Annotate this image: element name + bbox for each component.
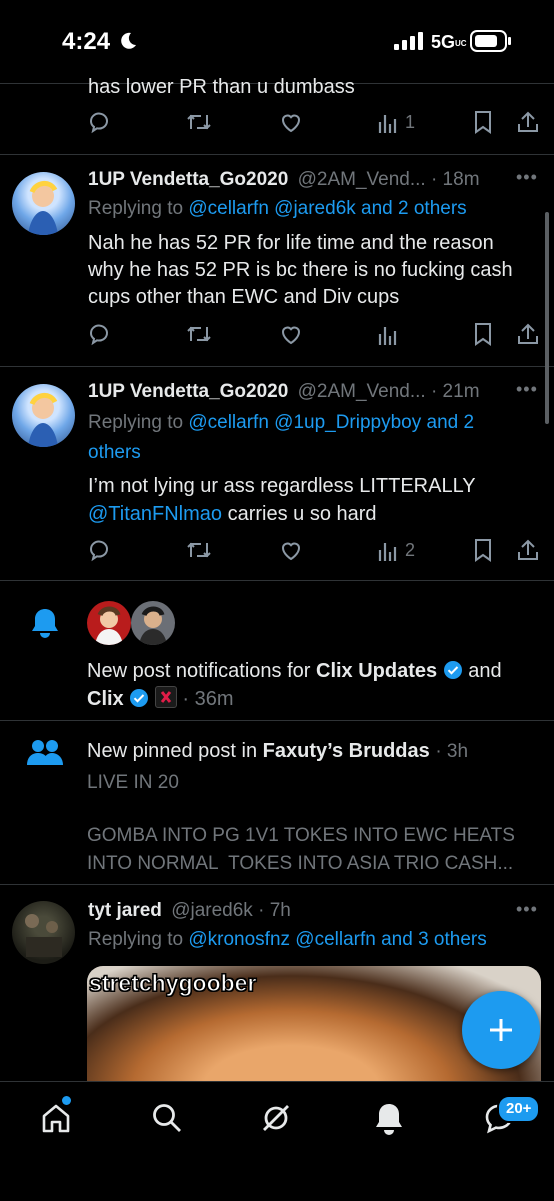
like-icon[interactable]: [279, 538, 303, 562]
handle-time: @2AM_Vend... · 18m: [297, 169, 480, 190]
notification-pinned-post[interactable]: New pinned post in Faxuty’s Bruddas · 3h…: [0, 721, 554, 883]
reply-icon[interactable]: [88, 538, 112, 562]
avatar[interactable]: [12, 384, 75, 447]
tweet-header: 1UP Vendetta_Go2020 @2AM_Vend... · 18m: [88, 169, 480, 191]
replying-to: Replying to @kronosfnz @cellarfn and 3 o…: [88, 929, 487, 950]
notification-time: · 3h: [435, 741, 469, 762]
like-icon[interactable]: [279, 322, 303, 346]
share-icon[interactable]: [516, 538, 540, 562]
compose-button[interactable]: [462, 991, 540, 1069]
home-icon[interactable]: [40, 1102, 72, 1134]
tweet-actions: 2: [0, 538, 554, 566]
display-name[interactable]: 1UP Vendetta_Go2020: [88, 169, 288, 190]
like-icon[interactable]: [279, 110, 303, 134]
views-icon[interactable]: [378, 540, 398, 562]
bookmark-icon[interactable]: [473, 110, 493, 134]
display-name[interactable]: tyt jared: [88, 900, 162, 921]
media-caption: stretchygoober: [88, 970, 257, 997]
share-icon[interactable]: [516, 110, 540, 134]
replying-to: Replying to @cellarfn @jared6k and 2 oth…: [88, 198, 467, 219]
verified-badge-icon: [130, 689, 149, 707]
replying-to: Replying to @cellarfn @1up_Drippyboy and…: [88, 412, 475, 463]
pinned-preview-line: INTO NORMAL TOKES INTO ASIA TRIO CASH...: [87, 853, 514, 874]
views-icon[interactable]: [378, 112, 398, 134]
reply-mentions[interactable]: @cellarfn @jared6k and 2 others: [188, 198, 466, 219]
tweet-text: Nah he has 52 PR for life time and the r…: [88, 232, 513, 308]
mention-link[interactable]: @TitanFNlmao: [88, 503, 222, 525]
notification-new-posts[interactable]: New post notifications for Clix Updates …: [0, 581, 554, 720]
signal-icon: [394, 32, 423, 50]
avatar[interactable]: [131, 601, 175, 645]
status-time: 4:24: [62, 28, 111, 55]
more-icon[interactable]: •••: [516, 899, 538, 920]
affiliate-badge-icon: [154, 686, 177, 708]
bottom-nav: 20+: [0, 1081, 554, 1201]
tweet-actions: [0, 322, 554, 350]
notification-time: · 36m: [182, 688, 234, 710]
display-name[interactable]: 1UP Vendetta_Go2020: [88, 381, 288, 402]
messages-badge: 20+: [497, 1095, 541, 1123]
account-name[interactable]: Clix: [87, 688, 124, 710]
moon-icon: [121, 32, 136, 49]
views-count: 1: [405, 112, 416, 132]
scrollbar[interactable]: [545, 212, 549, 424]
handle-time: @jared6k · 7h: [171, 900, 291, 921]
avatar[interactable]: [87, 601, 131, 645]
notification-text: New post notifications for Clix Updates …: [87, 660, 502, 710]
pinned-preview-line: LIVE IN 20: [87, 772, 179, 793]
tweet-text: I’m not lying ur ass regardless LITTERAL…: [88, 475, 476, 525]
reply-icon[interactable]: [88, 110, 112, 134]
tweet-header: 1UP Vendetta_Go2020 @2AM_Vend... · 21m: [88, 381, 480, 403]
account-name[interactable]: Clix Updates: [316, 660, 437, 682]
notifications-icon[interactable]: [374, 1102, 404, 1136]
handle-time: @2AM_Vend... · 21m: [297, 381, 480, 402]
bookmark-icon[interactable]: [473, 538, 493, 562]
search-icon[interactable]: [151, 1102, 183, 1134]
reply-icon[interactable]: [88, 322, 112, 346]
network-label: 5GUC: [431, 32, 467, 52]
tweet-header: tyt jared @jared6k · 7h: [88, 900, 291, 922]
grok-icon[interactable]: [260, 1102, 292, 1134]
more-icon[interactable]: •••: [516, 167, 538, 188]
retweet-icon[interactable]: [186, 322, 212, 346]
home-dot: [62, 1096, 71, 1105]
bookmark-icon[interactable]: [473, 322, 493, 346]
avatar[interactable]: [12, 901, 75, 964]
views-count: 2: [405, 540, 416, 560]
retweet-icon[interactable]: [186, 110, 212, 134]
community-icon: [27, 740, 63, 765]
community-name[interactable]: Faxuty’s Bruddas: [263, 740, 430, 762]
tweet-actions: 1: [0, 110, 554, 138]
more-icon[interactable]: •••: [516, 379, 538, 400]
share-icon[interactable]: [516, 322, 540, 346]
views-icon[interactable]: [378, 324, 398, 346]
plus-icon: [490, 1019, 512, 1041]
reply-mentions[interactable]: @kronosfnz @cellarfn and 3 others: [188, 929, 486, 950]
avatar[interactable]: [12, 172, 75, 235]
battery-icon: [470, 30, 511, 52]
pinned-preview-line: GOMBA INTO PG 1V1 TOKES INTO EWC HEATS: [87, 825, 515, 846]
verified-badge-icon: [443, 661, 462, 679]
retweet-icon[interactable]: [186, 538, 212, 562]
notification-text: New pinned post in Faxuty’s Bruddas · 3h: [87, 740, 469, 762]
bell-icon: [32, 609, 58, 638]
tweet-text: has lower PR than u dumbass: [88, 76, 355, 98]
